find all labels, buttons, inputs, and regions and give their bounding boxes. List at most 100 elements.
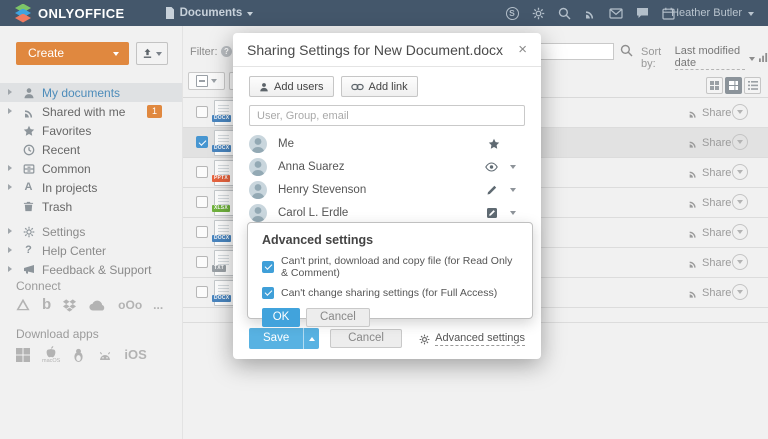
share-icon — [688, 168, 698, 178]
share-icon — [22, 105, 35, 118]
view-switcher — [706, 77, 761, 94]
expand-arrow-icon[interactable] — [8, 266, 12, 272]
share-link[interactable]: Share — [688, 197, 731, 209]
expand-arrow-icon[interactable] — [8, 108, 12, 114]
checkbox-checked[interactable] — [262, 261, 274, 273]
row-checkbox[interactable] — [196, 256, 208, 268]
sidebar-item-in-projects[interactable]: A In projects — [0, 178, 182, 197]
close-icon[interactable]: × — [518, 42, 527, 57]
full-access-pencil-icon[interactable] — [486, 184, 498, 196]
search-icon[interactable] — [620, 44, 633, 57]
user-row[interactable]: Henry Stevenson — [249, 178, 525, 201]
talk-icon[interactable] — [635, 6, 649, 20]
save-options-caret[interactable] — [303, 328, 319, 349]
user-menu[interactable]: Heather Butler — [671, 0, 754, 26]
android-icon[interactable] — [97, 348, 113, 362]
select-all-dropdown[interactable] — [188, 72, 225, 90]
mail-icon[interactable] — [609, 6, 623, 20]
sidebar-item-feedback-support[interactable]: Feedback & Support — [0, 260, 182, 279]
row-actions-menu[interactable] — [732, 164, 748, 180]
upload-button[interactable] — [136, 42, 168, 65]
ios-icon[interactable]: iOS — [124, 347, 146, 362]
checkbox-checked[interactable] — [262, 287, 274, 299]
thumbnail-view-button[interactable] — [706, 77, 723, 94]
sort-value[interactable]: Last modified date — [675, 45, 745, 70]
share-link[interactable]: Share — [688, 257, 731, 269]
access-caret-icon[interactable] — [510, 165, 516, 169]
user-row[interactable]: Anna Suarez — [249, 155, 525, 178]
row-actions-menu[interactable] — [732, 224, 748, 240]
row-actions-menu[interactable] — [732, 194, 748, 210]
row-actions-menu[interactable] — [732, 254, 748, 270]
documents-module-menu[interactable]: Documents — [165, 7, 254, 19]
payments-icon[interactable]: S — [505, 6, 519, 20]
cancel-button[interactable]: Cancel — [330, 329, 402, 348]
sidebar-item-recent[interactable]: Recent — [0, 140, 182, 159]
expand-arrow-icon[interactable] — [8, 247, 12, 253]
row-actions-menu[interactable] — [732, 104, 748, 120]
expand-arrow-icon[interactable] — [8, 89, 12, 95]
row-checkbox[interactable] — [196, 166, 208, 178]
add-link-button[interactable]: Add link — [341, 76, 418, 97]
dropbox-icon[interactable] — [62, 298, 77, 312]
sort-direction-icon[interactable] — [759, 53, 768, 62]
user-search-input[interactable] — [249, 105, 525, 126]
cancel-button[interactable]: Cancel — [306, 308, 370, 327]
sidebar-item-help-center[interactable]: ? Help Center — [0, 241, 182, 260]
linux-icon[interactable] — [71, 347, 86, 363]
review-icon[interactable] — [486, 207, 498, 219]
search-icon[interactable] — [557, 6, 571, 20]
ok-button[interactable]: OK — [262, 308, 300, 327]
access-caret-icon[interactable] — [510, 188, 516, 192]
add-users-button[interactable]: Add users — [249, 76, 334, 97]
sidebar-item-favorites[interactable]: Favorites — [0, 121, 182, 140]
row-checkbox[interactable] — [196, 226, 208, 238]
share-link[interactable]: Share — [688, 167, 731, 179]
more-services-icon[interactable]: ... — [153, 298, 163, 312]
sort-caret-icon[interactable] — [749, 57, 755, 61]
save-button[interactable]: Save — [249, 328, 303, 349]
windows-icon[interactable] — [15, 347, 31, 363]
expand-arrow-icon[interactable] — [8, 228, 12, 234]
expand-arrow-icon[interactable] — [8, 165, 12, 171]
share-icon — [688, 198, 698, 208]
access-caret-icon[interactable] — [510, 211, 516, 215]
filter-help-icon[interactable]: ? — [221, 46, 232, 57]
sidebar-item-settings[interactable]: Settings — [0, 222, 182, 241]
gear-icon[interactable] — [531, 6, 545, 20]
list-view-button[interactable] — [744, 77, 761, 94]
row-actions-menu[interactable] — [732, 284, 748, 300]
sidebar-item-common[interactable]: Common — [0, 159, 182, 178]
share-link[interactable]: Share — [688, 107, 731, 119]
row-checkbox[interactable] — [196, 106, 208, 118]
sidebar-item-my-documents[interactable]: My documents — [0, 83, 182, 102]
row-checkbox[interactable] — [196, 286, 208, 298]
share-link[interactable]: Share — [688, 137, 731, 149]
row-checkbox[interactable] — [196, 196, 208, 208]
option-label: Can't print, download and copy file (for… — [281, 255, 518, 279]
row-actions-menu[interactable] — [732, 134, 748, 150]
feed-icon[interactable] — [583, 6, 597, 20]
create-button-label: Create — [28, 46, 64, 60]
user-row[interactable]: Carol L. Erdle — [249, 201, 525, 224]
share-link[interactable]: Share — [688, 227, 731, 239]
gear-icon — [419, 334, 430, 345]
share-link[interactable]: Share — [688, 287, 731, 299]
row-checkbox-checked[interactable] — [196, 136, 208, 148]
expand-arrow-icon[interactable] — [8, 184, 12, 190]
read-only-eye-icon[interactable] — [485, 162, 498, 172]
sidebar-item-shared-with-me[interactable]: Shared with me 1 — [0, 102, 182, 121]
box-icon[interactable]: b — [42, 296, 51, 313]
sidebar-item-trash[interactable]: Trash — [0, 197, 182, 216]
onedrive-icon[interactable] — [88, 299, 107, 311]
user-name: Carol L. Erdle — [278, 207, 348, 219]
user-row-me[interactable]: Me — [249, 132, 525, 155]
tile-view-button[interactable] — [725, 77, 742, 94]
advanced-settings-link[interactable]: Advanced settings — [419, 332, 525, 346]
onlyoffice-logo: ONLYOFFICE — [15, 4, 125, 23]
create-button[interactable]: Create — [16, 42, 129, 65]
macos-icon[interactable]: macOS — [42, 345, 60, 364]
add-link-label: Add link — [369, 81, 408, 93]
google-drive-icon[interactable] — [15, 298, 31, 312]
owncloud-icon[interactable]: oOo — [118, 298, 142, 312]
